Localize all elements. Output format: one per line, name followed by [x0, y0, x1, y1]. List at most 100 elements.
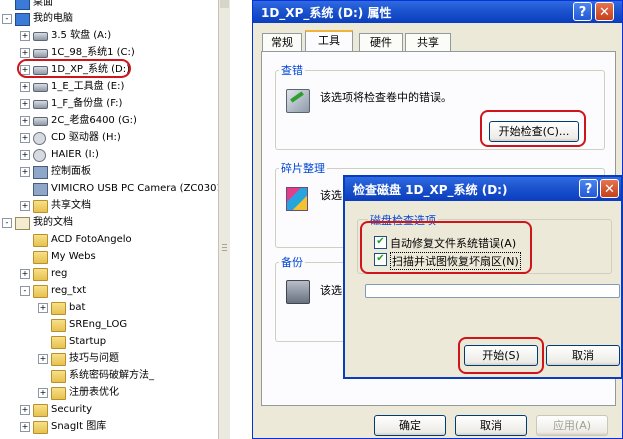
error-check-label: 查错 [279, 62, 305, 78]
tree-node-label: SREng_LOG [69, 319, 128, 330]
folder-icon [33, 404, 48, 417]
expand-icon[interactable]: + [20, 167, 30, 177]
defrag-icon [286, 187, 308, 211]
properties-title: 1D_XP_系统 (D:) 属性 [261, 6, 392, 20]
expand-icon[interactable]: + [20, 82, 30, 92]
folder-icon [51, 387, 66, 400]
close-button[interactable]: ✕ [600, 179, 619, 198]
desktop-icon [15, 0, 30, 10]
highlight-ring [17, 59, 131, 78]
expand-icon[interactable]: + [20, 269, 30, 279]
highlight-ring [360, 221, 532, 274]
check-progress-bar [365, 284, 620, 298]
tree-node-label: Startup [69, 336, 107, 347]
defrag-label: 碎片整理 [279, 160, 327, 176]
tree-node-label: VIMICRO USB PC Camera (ZC0301P [51, 183, 218, 194]
control-panel-icon [33, 166, 48, 179]
expand-icon[interactable]: + [20, 133, 30, 143]
folder-icon [33, 200, 48, 213]
cancel-button[interactable]: 取消 [455, 415, 527, 436]
folder-icon [51, 302, 66, 315]
defrag-description: 该选 [320, 189, 342, 202]
expand-icon[interactable]: + [20, 405, 30, 415]
check-disk-titlebar[interactable]: 检查磁盘 1D_XP_系统 (D:) ? ✕ [345, 177, 621, 201]
highlight-ring [458, 337, 544, 374]
scroll-grip [222, 250, 227, 251]
properties-titlebar[interactable]: 1D_XP_系统 (D:) 属性 ? ✕ [253, 1, 622, 23]
expand-icon[interactable]: + [20, 99, 30, 109]
tree-node-label: CD 驱动器 (H:) [51, 132, 121, 143]
folder-icon [51, 319, 66, 332]
tree-node-label: 1_F_备份盘 (F:) [51, 98, 123, 109]
tree-node-label: HAIER (I:) [51, 149, 99, 160]
tree-node-label: 2C_老盘6400 (G:) [51, 115, 137, 126]
hard-drive-icon [33, 117, 48, 126]
camera-icon [33, 183, 48, 196]
tab-sharing[interactable]: 共享 [405, 33, 451, 51]
scroll-grip [222, 247, 227, 248]
expand-icon[interactable]: + [38, 354, 48, 364]
tab-general[interactable]: 常规 [262, 33, 302, 51]
expand-icon[interactable]: + [20, 201, 30, 211]
ok-button[interactable]: 确定 [374, 415, 446, 436]
scroll-grip [222, 244, 227, 245]
tab-hardware[interactable]: 硬件 [359, 33, 403, 51]
backup-label: 备份 [279, 254, 305, 270]
hard-drive-icon [33, 100, 48, 109]
folder-icon [51, 336, 66, 349]
backup-icon [286, 280, 310, 304]
tree-node-label: 1_E_工具盘 (E:) [51, 81, 125, 92]
collapse-icon[interactable]: - [2, 14, 12, 24]
hard-drive-icon [33, 83, 48, 92]
cancel-button[interactable]: 取消 [546, 345, 620, 366]
expand-icon[interactable]: + [20, 31, 30, 41]
tree-node-label: 控制面板 [51, 166, 91, 177]
check-disk-title: 检查磁盘 1D_XP_系统 (D:) [353, 183, 508, 197]
backup-description: 该选 [320, 284, 342, 297]
my-computer-icon [15, 13, 30, 26]
help-button[interactable]: ? [579, 179, 598, 198]
tree-node-label: ACD FotoAngelo [51, 234, 132, 245]
folder-icon [33, 251, 48, 264]
tree-node-label: 我的文档 [33, 217, 73, 228]
check-disk-icon [286, 89, 310, 113]
scrollbar-thumb[interactable] [220, 0, 229, 8]
floppy-drive-icon [33, 32, 48, 41]
tree-node-label: reg_txt [51, 285, 87, 296]
tree-node-label: 我的电脑 [33, 13, 73, 24]
cd-drive-icon [33, 132, 46, 145]
folder-icon [33, 268, 48, 281]
collapse-icon[interactable]: - [2, 218, 12, 228]
folder-icon [33, 421, 48, 434]
tree-node-label: reg [51, 268, 68, 279]
folder-icon [33, 285, 48, 298]
check-disk-dialog: 检查磁盘 1D_XP_系统 (D:) ? ✕ 磁盘检查选项 ✔ 自动修复文件系统… [343, 175, 623, 379]
hard-drive-icon [33, 49, 48, 58]
tree-node-label: bat [69, 302, 86, 313]
tree-node-label: 3.5 软盘 (A:) [51, 30, 112, 41]
error-check-description: 该选项将检查卷中的错误。 [320, 91, 452, 104]
tree-node-label: 系统密码破解方法_ [69, 370, 154, 381]
collapse-icon[interactable]: - [20, 286, 30, 296]
folder-icon [51, 370, 66, 383]
tree-node-label: 注册表优化 [69, 387, 119, 398]
apply-button[interactable]: 应用(A) [536, 415, 608, 436]
help-button[interactable]: ? [573, 2, 592, 21]
removable-drive-icon [33, 149, 46, 162]
tree-node-label: Security [51, 404, 93, 415]
folder-icon [33, 234, 48, 247]
tree-node-label: 技巧与问题 [69, 353, 119, 364]
highlight-ring [480, 110, 586, 147]
expand-icon[interactable]: + [38, 303, 48, 313]
expand-icon[interactable]: + [20, 48, 30, 58]
expand-icon[interactable]: + [20, 150, 30, 160]
folder-icon [51, 353, 66, 366]
expand-icon[interactable]: + [38, 388, 48, 398]
tree-node-label: My Webs [51, 251, 96, 262]
expand-icon[interactable]: + [20, 422, 30, 432]
close-button[interactable]: ✕ [595, 2, 614, 21]
my-documents-icon [15, 217, 30, 230]
tree-node-label: 共享文档 [51, 200, 91, 211]
tab-tools[interactable]: 工具 [305, 30, 353, 52]
expand-icon[interactable]: + [20, 116, 30, 126]
